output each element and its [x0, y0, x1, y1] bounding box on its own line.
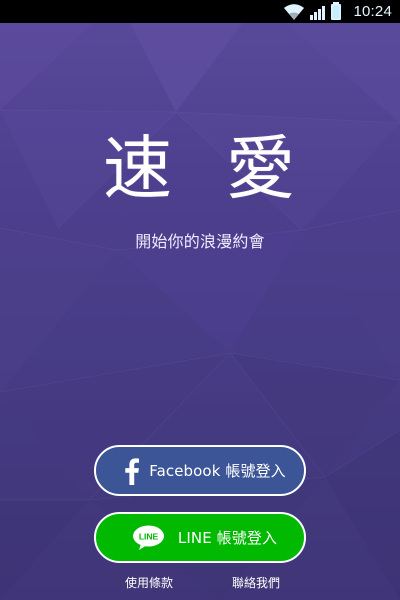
app-tagline: 開始你的浪漫約會 — [135, 232, 265, 251]
line-icon: LINE — [132, 525, 164, 550]
line-login-button[interactable]: LINE LINE 帳號登入 — [94, 512, 306, 563]
faceted-purple-background — [0, 0, 400, 600]
line-icon-text: LINE — [139, 531, 159, 541]
facebook-login-button[interactable]: Facebook 帳號登入 — [94, 445, 306, 496]
terms-link[interactable]: 使用條款 — [125, 574, 173, 592]
login-screen: 10:24 速 愛 開始你的浪漫約會 Facebook 帳號登入 LINE LI… — [0, 0, 400, 600]
status-time: 10:24 — [353, 3, 392, 20]
status-bar: 10:24 — [0, 0, 400, 23]
app-title: 速 愛 — [103, 129, 311, 209]
line-login-content: LINE LINE 帳號登入 — [96, 514, 304, 561]
line-login-label: LINE 帳號登入 — [177, 528, 278, 547]
facebook-login-label: Facebook 帳號登入 — [149, 461, 286, 480]
battery-icon — [331, 2, 342, 20]
status-icons: 10:24 — [283, 2, 392, 21]
facebook-icon — [125, 457, 140, 485]
wifi-icon — [284, 3, 305, 20]
contact-us-link[interactable]: 聯絡我們 — [232, 574, 280, 592]
cellular-signal-icon — [310, 5, 326, 20]
facebook-login-content: Facebook 帳號登入 — [96, 447, 304, 494]
